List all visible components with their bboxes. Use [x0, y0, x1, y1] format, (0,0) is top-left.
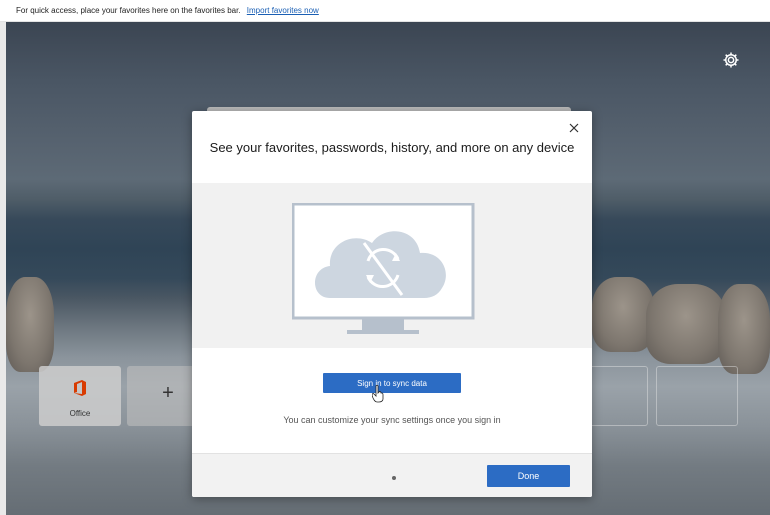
import-favorites-link[interactable]: Import favorites now — [247, 6, 319, 15]
favorites-bar-message: For quick access, place your favorites h… — [16, 6, 241, 15]
gear-icon[interactable] — [722, 51, 740, 69]
dialog-footer: Done — [192, 453, 592, 497]
sign-in-sync-button[interactable]: Sign in to sync data — [323, 373, 461, 393]
quick-link-label: Office — [69, 409, 91, 418]
background-sheep — [718, 284, 770, 374]
hand-cursor-icon — [372, 385, 384, 403]
background-sheep — [6, 277, 54, 372]
favorites-bar: For quick access, place your favorites h… — [0, 0, 770, 22]
done-button[interactable]: Done — [487, 465, 570, 487]
empty-quick-link-slot — [656, 366, 738, 426]
sync-note: You can customize your sync settings onc… — [283, 415, 501, 425]
monitor-cloud-sync-off-icon — [292, 203, 475, 334]
office-icon — [74, 380, 86, 396]
background-sheep — [592, 277, 654, 352]
sync-illustration — [192, 183, 592, 348]
close-icon[interactable] — [568, 121, 580, 133]
background-sheep — [646, 284, 726, 364]
quick-link-office[interactable]: Office — [39, 366, 121, 426]
sync-dialog: See your favorites, passwords, history, … — [192, 111, 592, 497]
dialog-title: See your favorites, passwords, history, … — [209, 140, 575, 155]
dot-icon — [392, 476, 396, 480]
